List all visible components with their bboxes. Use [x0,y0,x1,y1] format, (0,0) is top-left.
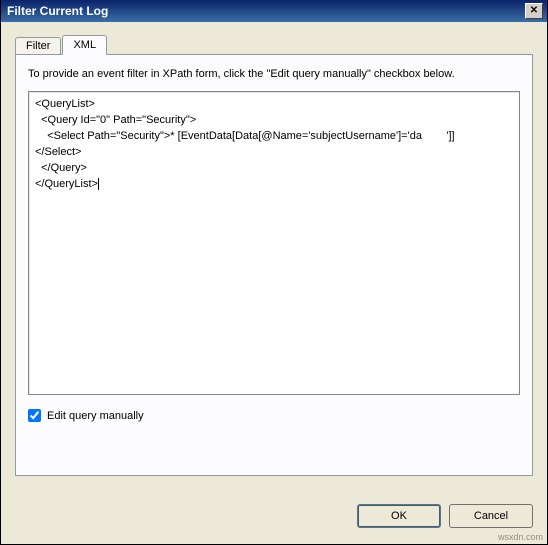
cancel-button[interactable]: Cancel [449,504,533,528]
xml-text: <QueryList> <Query Id="0" Path="Security… [35,98,455,190]
edit-manually-label[interactable]: Edit query manually [47,410,144,422]
close-button[interactable]: ✕ [525,3,543,19]
close-icon: ✕ [530,5,538,16]
watermark-text: wsxdn.com [498,532,543,542]
edit-manually-checkbox[interactable] [28,409,41,422]
filter-log-dialog: Filter Current Log ✕ Filter XML To provi… [0,0,548,545]
dialog-buttons: OK Cancel [357,504,533,528]
titlebar: Filter Current Log ✕ [1,0,547,22]
tab-panel-xml: To provide an event filter in XPath form… [15,54,533,476]
ok-button[interactable]: OK [357,504,441,528]
tab-xml[interactable]: XML [62,35,107,55]
tab-filter[interactable]: Filter [15,37,61,54]
edit-manually-row: Edit query manually [28,409,520,422]
dialog-content: Filter XML To provide an event filter in… [1,22,547,486]
instruction-text: To provide an event filter in XPath form… [28,67,520,81]
tab-strip: Filter XML [15,35,533,55]
xml-query-editor[interactable]: <QueryList> <Query Id="0" Path="Security… [28,91,520,395]
window-title: Filter Current Log [5,4,108,18]
